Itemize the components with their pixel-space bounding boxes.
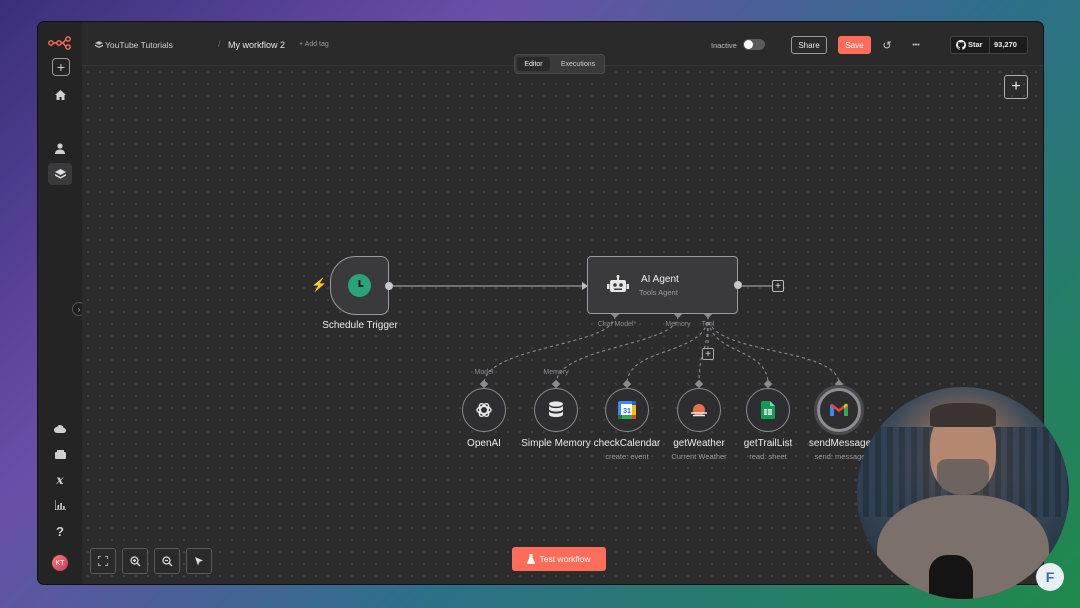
insights-icon[interactable] — [48, 494, 72, 516]
port-label-tool: Tool — [701, 321, 715, 328]
get-weather-label: getWeather — [673, 438, 725, 449]
presenter-hair — [930, 403, 996, 427]
help-icon[interactable]: ? — [48, 520, 72, 542]
user-icon[interactable] — [48, 137, 72, 159]
google-calendar-icon: 31 — [618, 401, 636, 419]
share-button[interactable]: Share — [791, 36, 827, 54]
breadcrumb-project[interactable]: YouTube Tutorials — [105, 40, 173, 50]
gmail-icon — [830, 403, 848, 416]
get-trail-list-sub: read: sheet — [749, 452, 787, 461]
openai-icon — [476, 402, 492, 418]
add-tag-link[interactable]: + Add tag — [299, 41, 329, 48]
presenter-beard — [937, 459, 989, 495]
zoom-in-icon — [129, 555, 140, 566]
get-weather-node[interactable] — [677, 388, 721, 432]
check-calendar-label: checkCalendar — [593, 438, 661, 449]
simple-memory-node[interactable] — [534, 388, 578, 432]
openai-node[interactable] — [462, 388, 506, 432]
cursor-icon — [195, 556, 203, 565]
github-icon — [956, 40, 966, 50]
openai-label: OpenAI — [467, 438, 501, 449]
zoom-out-icon — [161, 555, 172, 566]
home-icon[interactable] — [48, 84, 72, 106]
ai-agent-subtitle: Tools Agent — [639, 288, 678, 297]
test-workflow-label: Test workflow — [539, 554, 591, 564]
google-sheets-icon — [761, 401, 775, 419]
memory-port-label: Memory — [543, 369, 569, 376]
database-icon — [549, 401, 563, 418]
trigger-bolt-icon: ⚡ — [311, 277, 328, 292]
zoom-in-button[interactable] — [122, 548, 148, 574]
trigger-output-port[interactable] — [385, 282, 393, 290]
robot-icon — [607, 275, 629, 292]
schedule-trigger-node[interactable] — [330, 256, 393, 315]
active-toggle[interactable] — [743, 39, 765, 50]
agent-add-next-button[interactable]: + — [772, 280, 784, 292]
presenter-webcam — [857, 387, 1069, 599]
select-tool-button[interactable] — [186, 548, 212, 574]
add-icon[interactable]: + — [52, 58, 70, 76]
history-icon[interactable]: ↺ — [878, 36, 896, 54]
get-trail-list-label: getTrailList — [743, 438, 793, 449]
github-star-widget[interactable]: Star 93,270 — [950, 36, 1028, 54]
check-calendar-sub: create: event — [605, 452, 649, 461]
ai-agent-title: AI Agent — [641, 274, 679, 285]
project-icon — [95, 41, 103, 48]
svg-text:31: 31 — [623, 408, 631, 415]
toggle-knob — [744, 40, 753, 49]
schedule-trigger-label: Schedule Trigger — [322, 320, 398, 331]
github-star-label: Star — [968, 40, 983, 49]
flask-icon — [527, 554, 536, 564]
port-label-memory: Memory — [665, 321, 691, 328]
agent-output-port[interactable] — [734, 281, 742, 289]
weather-icon — [691, 404, 707, 417]
github-star-count: 93,270 — [994, 40, 1017, 49]
get-trail-list-node[interactable] — [746, 388, 790, 432]
workflow-status-label: Inactive — [711, 41, 737, 50]
microphone — [929, 555, 973, 599]
github-star-divider — [989, 37, 990, 53]
add-tool-button[interactable]: + — [702, 348, 714, 360]
send-message-node[interactable] — [817, 388, 861, 432]
fit-view-button[interactable] — [90, 548, 116, 574]
zoom-out-button[interactable] — [154, 548, 180, 574]
fit-view-icon — [98, 556, 108, 566]
clock-icon — [348, 274, 371, 297]
simple-memory-label: Simple Memory — [521, 438, 591, 449]
ai-agent-node[interactable]: AI Agent Tools Agent — [587, 256, 742, 314]
cloud-icon[interactable] — [48, 418, 72, 440]
save-button[interactable]: Save — [838, 36, 871, 54]
more-options-button[interactable]: ••• — [906, 36, 926, 54]
port-label-chat-model: Chat Model* — [597, 321, 637, 328]
left-sidebar: + › x ? KT — [38, 22, 86, 584]
openai-port-label: Model — [474, 369, 494, 376]
get-weather-sub: Current Weather — [671, 452, 727, 461]
avatar[interactable]: KT — [52, 555, 68, 571]
n8n-logo[interactable] — [48, 36, 72, 50]
layers-icon[interactable] — [48, 163, 72, 185]
breadcrumb-separator: / — [218, 39, 221, 49]
variables-icon[interactable]: x — [48, 469, 72, 491]
templates-icon[interactable] — [48, 443, 72, 465]
channel-logo-icon: F — [1036, 563, 1064, 591]
test-workflow-button[interactable]: Test workflow — [512, 547, 606, 571]
check-calendar-node[interactable]: 31 — [605, 388, 649, 432]
workflow-name[interactable]: My workflow 2 — [228, 40, 285, 50]
